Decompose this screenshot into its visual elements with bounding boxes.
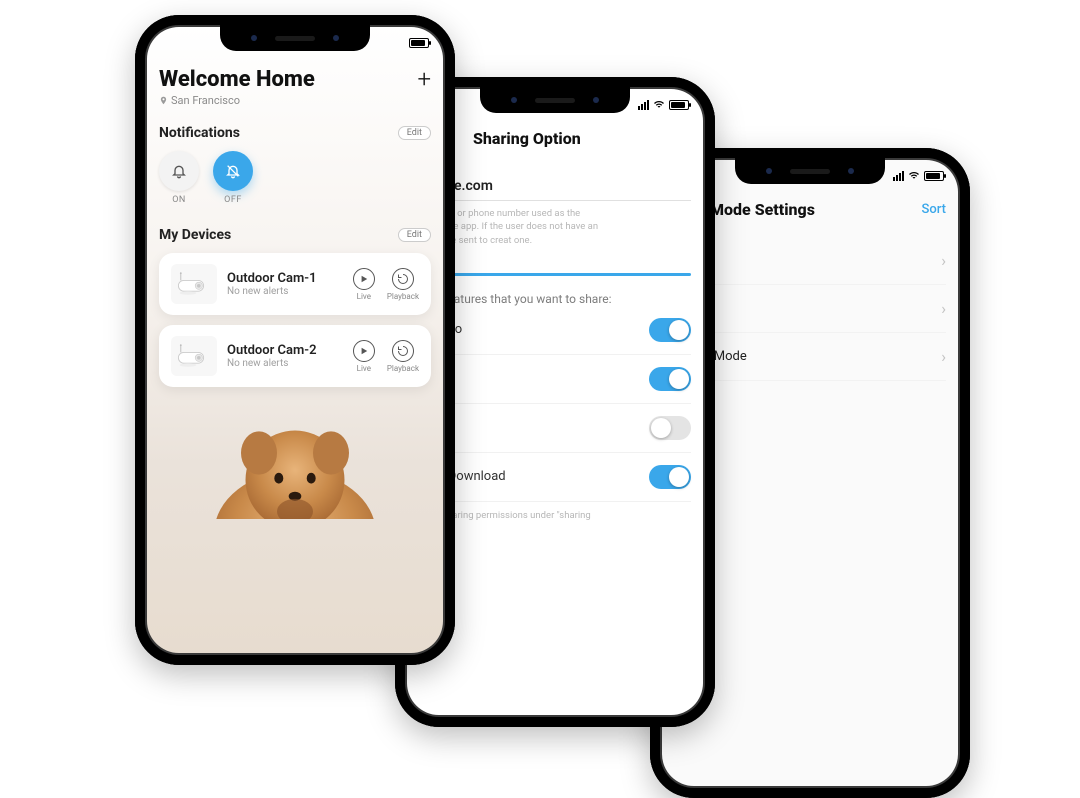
play-icon: [360, 347, 368, 355]
toggle-footage-download: tage Download: [419, 453, 691, 502]
phone-welcome-home: 4:34 PM Welcome Home San Francisco: [135, 15, 455, 665]
replay-icon: [397, 345, 409, 357]
help-text: he email or phone number used as the g i…: [419, 207, 691, 247]
field-label: number: [419, 166, 691, 176]
device-subtitle: No new alerts: [227, 286, 343, 297]
edit-notifications-button[interactable]: Edit: [398, 126, 431, 140]
notifications-off[interactable]: OFF: [213, 151, 253, 205]
playback-button[interactable]: Playback: [387, 268, 419, 301]
chevron-right-icon: ›: [941, 251, 946, 270]
device-name: Outdoor Cam-2: [227, 343, 343, 358]
wifi-icon: [653, 99, 665, 111]
add-button[interactable]: +: [417, 67, 431, 91]
toggle-alerts: rts: [419, 355, 691, 404]
camera-icon: [176, 272, 212, 296]
sort-button[interactable]: Sort: [922, 202, 947, 217]
device-subtitle: No new alerts: [227, 358, 343, 369]
notch: [220, 25, 370, 51]
camera-thumbnail: [171, 264, 217, 304]
bell-off-icon: [225, 163, 241, 179]
page-title: Sharing Option: [473, 129, 581, 148]
divider: [419, 200, 691, 201]
signal-icon: [638, 100, 649, 110]
on-label: ON: [172, 195, 186, 205]
chevron-right-icon: ›: [941, 299, 946, 318]
battery-icon: [669, 100, 689, 110]
notch: [480, 87, 630, 113]
camera-preview-image: [159, 399, 431, 519]
switch[interactable]: [649, 416, 691, 440]
camera-icon: [176, 344, 212, 368]
device-name: Outdoor Cam-1: [227, 271, 343, 286]
page-title: Mode Settings: [710, 200, 815, 219]
notch: [735, 158, 885, 184]
toggle-live-video: e Video: [419, 306, 691, 355]
wifi-icon: [908, 170, 920, 182]
device-card[interactable]: Outdoor Cam-1 No new alerts Live Playbac…: [159, 253, 431, 315]
notifications-heading: Notifications: [159, 125, 240, 141]
device-card[interactable]: Outdoor Cam-2 No new alerts Live Playbac…: [159, 325, 431, 387]
chevron-right-icon: ›: [941, 347, 946, 366]
bell-icon: [171, 163, 187, 179]
section-title: vice features that you want to share:: [419, 292, 691, 306]
signal-icon: [893, 171, 904, 181]
notifications-on[interactable]: ON: [159, 151, 199, 205]
switch[interactable]: [649, 465, 691, 489]
camera-thumbnail: [171, 336, 217, 376]
live-button[interactable]: Live: [353, 268, 375, 301]
battery-icon: [924, 171, 944, 181]
email-field[interactable]: eshare.com: [419, 178, 691, 194]
playback-button[interactable]: Playback: [387, 340, 419, 373]
live-button[interactable]: Live: [353, 340, 375, 373]
progress-bar: [419, 273, 691, 276]
footnote: ange sharing permissions under "sharing: [419, 510, 691, 521]
devices-heading: My Devices: [159, 227, 231, 243]
pin-icon: [159, 96, 168, 105]
battery-icon: [409, 38, 429, 48]
toggle-playback: yback: [419, 404, 691, 453]
page-title: Welcome Home: [159, 67, 315, 92]
edit-devices-button[interactable]: Edit: [398, 228, 431, 242]
switch[interactable]: [649, 318, 691, 342]
replay-icon: [397, 273, 409, 285]
switch[interactable]: [649, 367, 691, 391]
off-label: OFF: [224, 195, 242, 205]
play-icon: [360, 275, 368, 283]
location-label: San Francisco: [159, 94, 315, 107]
